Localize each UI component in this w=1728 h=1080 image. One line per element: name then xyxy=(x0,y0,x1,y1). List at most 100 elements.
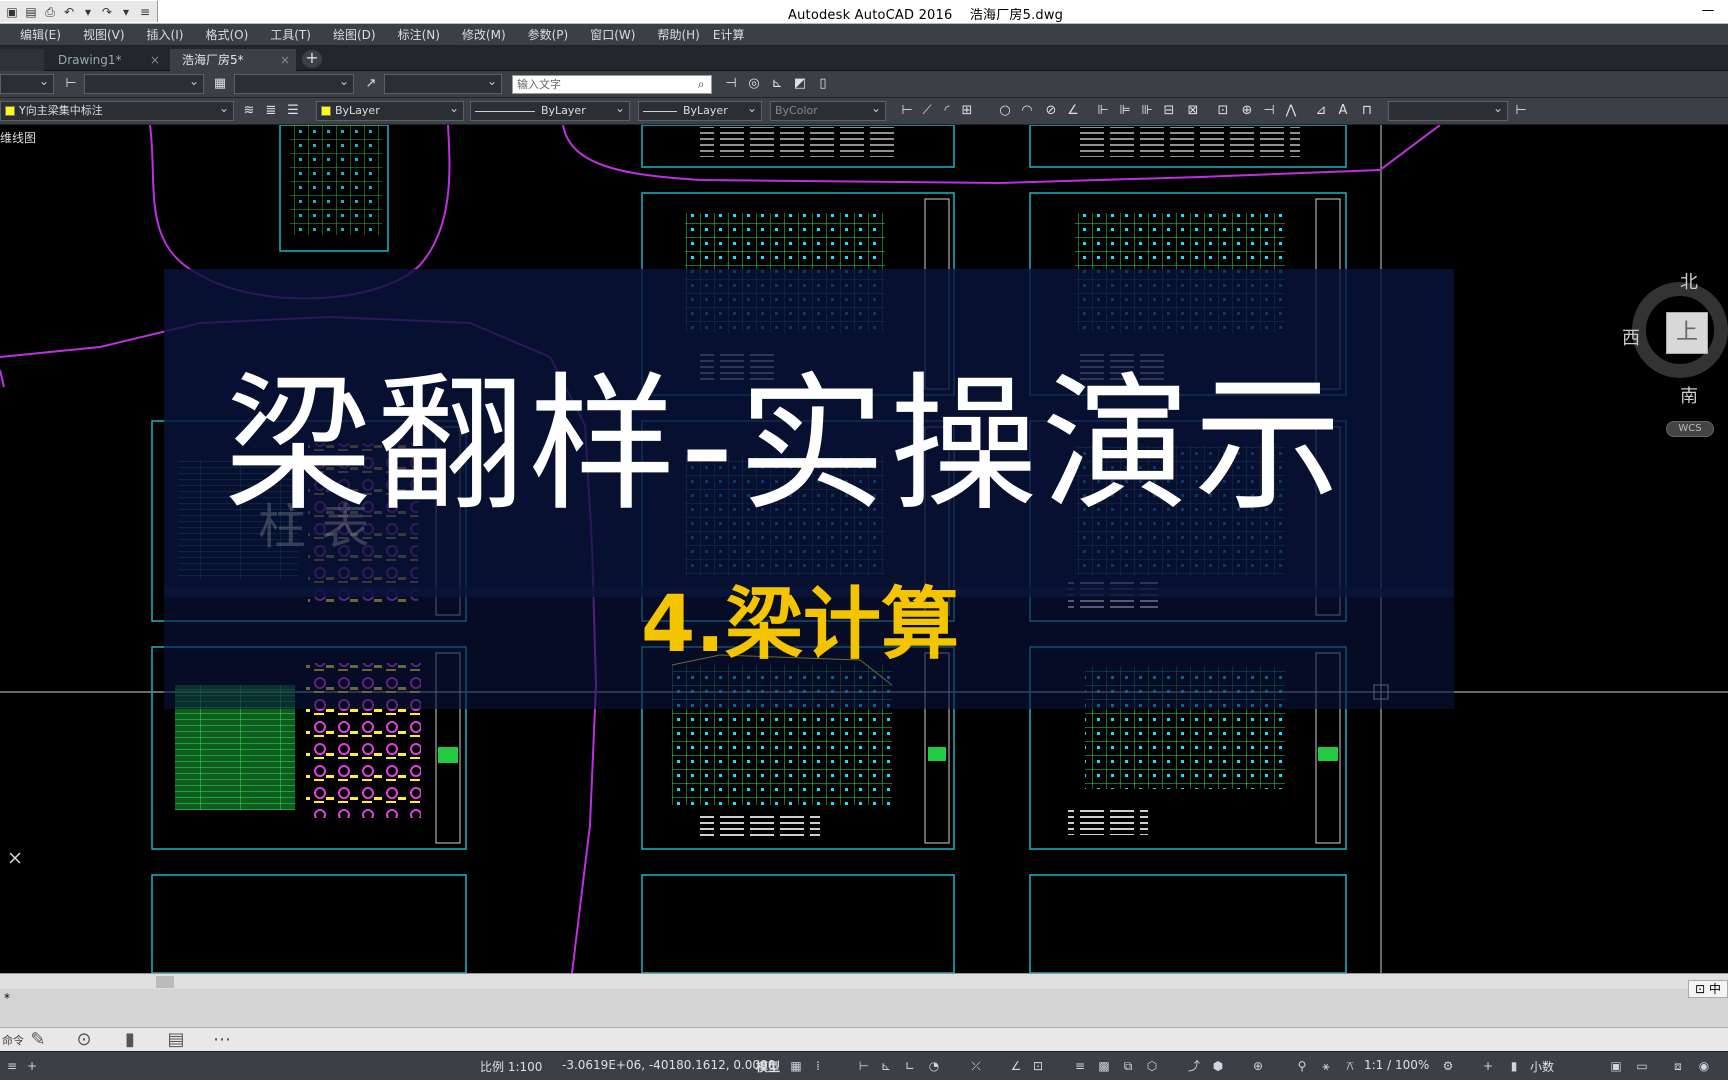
dim-aligned-icon[interactable]: ⟋ xyxy=(918,102,936,120)
ime-indicator[interactable]: ⊡ 中 xyxy=(1688,980,1728,998)
units-icon[interactable]: ▮ xyxy=(1506,1058,1522,1074)
polar-tracking-icon[interactable]: ◔ xyxy=(926,1058,942,1074)
dim-radius-icon[interactable]: ◎ xyxy=(745,75,763,93)
mleader-style-dropdown[interactable] xyxy=(384,74,502,94)
menu-insert[interactable]: 插入(I) xyxy=(136,26,195,43)
menu-dimension[interactable]: 标注(N) xyxy=(387,26,451,43)
lock-ui-icon[interactable]: ▭ xyxy=(1634,1058,1650,1074)
workspace-gear-icon[interactable]: ⚙ xyxy=(1440,1058,1456,1074)
compass-north[interactable]: 北 xyxy=(1680,268,1698,294)
clipboard-icon[interactable]: ▯ xyxy=(814,75,832,93)
object-snap-tracking-icon[interactable]: ∠ xyxy=(1008,1058,1024,1074)
object-snap-icon[interactable]: ⊡ xyxy=(1030,1058,1046,1074)
pen-icon[interactable]: ✎ xyxy=(24,1030,52,1050)
table-style-icon[interactable]: ▦ xyxy=(211,75,229,93)
drawing-canvas[interactable]: 维线图 柱 表 梁翻样-实操演示 4.梁计算 北 西 南 上 WCS xyxy=(0,125,1728,973)
menu-ecalc[interactable]: E计算 xyxy=(711,26,756,43)
auto-scale-icon[interactable]: ⚹ xyxy=(1318,1058,1334,1074)
center-mark-icon[interactable]: ⊕ xyxy=(1238,102,1256,120)
dim-arc-icon[interactable]: ◜ xyxy=(938,102,956,120)
horizontal-scrollbar[interactable] xyxy=(0,973,1728,989)
dim-jogged-icon[interactable]: ◠ xyxy=(1018,102,1036,120)
dim-text-edit-icon[interactable]: A xyxy=(1334,102,1352,120)
lineweight-icon[interactable]: ≡ xyxy=(1072,1058,1088,1074)
dim-ordinate-icon[interactable]: ⊾ xyxy=(768,75,786,93)
new-layout-icon[interactable]: + xyxy=(24,1058,40,1074)
menu-parametric[interactable]: 参数(P) xyxy=(517,26,580,43)
scrollbar-thumb[interactable] xyxy=(156,976,174,988)
dim-ordinate-tool-icon[interactable]: ⊞ xyxy=(958,102,976,120)
linetype-dropdown[interactable]: ByLayer xyxy=(470,101,630,121)
model-space-button[interactable]: 模型 xyxy=(756,1058,780,1075)
dynamic-input-icon[interactable]: ⊾ xyxy=(878,1058,894,1074)
redo-icon[interactable]: ↷ xyxy=(99,4,115,20)
dim-linear-icon[interactable]: ⊣ xyxy=(722,75,740,93)
text-style-dropdown[interactable] xyxy=(0,74,54,94)
annotation-monitor-icon[interactable]: + xyxy=(1480,1058,1496,1074)
print-icon[interactable]: ⎙ xyxy=(42,4,58,20)
save-icon[interactable]: ▣ xyxy=(4,4,20,20)
menu-view[interactable]: 视图(V) xyxy=(72,26,136,43)
viewcube-top-face[interactable]: 上 xyxy=(1666,312,1708,354)
menu-window[interactable]: 窗口(W) xyxy=(579,26,646,43)
viewcube[interactable]: 北 西 南 上 WCS xyxy=(1622,268,1728,448)
lineweight-dropdown[interactable]: ByLayer xyxy=(638,101,762,121)
gizmo-icon[interactable]: ⊕ xyxy=(1250,1058,1266,1074)
tab-close-icon[interactable]: × xyxy=(150,49,160,71)
table-style-dropdown[interactable] xyxy=(234,74,354,94)
compass-west[interactable]: 西 xyxy=(1622,324,1640,350)
plotstyle-dropdown[interactable]: ByColor xyxy=(770,101,886,121)
inspect-icon[interactable]: ⊣ xyxy=(1260,102,1278,120)
menu-edit[interactable]: 编辑(E) xyxy=(0,26,72,43)
redo-dropdown-icon[interactable]: ▾ xyxy=(118,4,134,20)
mleader-style-icon[interactable]: ↗ xyxy=(362,75,380,93)
tolerance-icon[interactable]: ⊡ xyxy=(1214,102,1232,120)
dim-override-icon[interactable]: ⊢ xyxy=(1512,102,1530,120)
compass-south[interactable]: 南 xyxy=(1680,382,1698,408)
dim-edit-icon[interactable]: ⊿ xyxy=(1312,102,1330,120)
tab-haohai[interactable]: 浩海厂房5* × xyxy=(170,49,296,71)
grid-icon[interactable]: ▦ xyxy=(788,1058,804,1074)
menu-modify[interactable]: 修改(M) xyxy=(451,26,517,43)
layout-list-icon[interactable]: ≡ xyxy=(4,1058,20,1074)
dim-break-icon[interactable]: ⊠ xyxy=(1184,102,1202,120)
annotation-scale-icon[interactable]: ⚻ xyxy=(1342,1058,1358,1074)
ortho-icon[interactable]: ∟ xyxy=(902,1058,918,1074)
minimize-button[interactable]: — xyxy=(1688,0,1728,22)
dim-diameter-icon[interactable]: ⊘ xyxy=(1042,102,1060,120)
search-input[interactable]: 输入文字 xyxy=(512,75,712,94)
make-current-icon[interactable]: ≣ xyxy=(262,102,280,120)
screenshot-icon[interactable]: ⊙ xyxy=(70,1030,98,1050)
dim-baseline-icon[interactable]: ⊫ xyxy=(1116,102,1134,120)
menu-draw[interactable]: 绘图(D) xyxy=(322,26,387,43)
comment-icon[interactable]: ▤ xyxy=(162,1030,190,1050)
dynamic-ucs-icon[interactable]: ⤴ xyxy=(1186,1058,1202,1074)
undo-dropdown-icon[interactable]: ▾ xyxy=(80,4,96,20)
snap-icon[interactable]: ⁞ xyxy=(810,1058,826,1074)
units-value[interactable]: 小数 xyxy=(1530,1058,1554,1075)
annotation-visibility-icon[interactable]: ⚲ xyxy=(1294,1058,1310,1074)
new-tab-button[interactable]: + xyxy=(302,50,322,68)
find-text-icon[interactable]: ⌕ xyxy=(692,75,710,93)
clean-screen-icon[interactable]: ◉ xyxy=(1696,1058,1712,1074)
more-icon[interactable]: ⋯ xyxy=(208,1030,236,1050)
layer-properties-icon[interactable]: ≋ xyxy=(240,102,258,120)
dim-radius-tool-icon[interactable]: ○ xyxy=(996,102,1014,120)
infer-constraints-icon[interactable]: ⊢ xyxy=(856,1058,872,1074)
command-line[interactable]: 命令 xyxy=(0,1027,1728,1051)
dim-angular-icon[interactable]: ∠ xyxy=(1064,102,1082,120)
dim-space-icon[interactable]: ⊟ xyxy=(1160,102,1178,120)
dim-linear-tool-icon[interactable]: ⊢ xyxy=(898,102,916,120)
layer-dropdown[interactable]: Y向主梁集中标注 xyxy=(0,101,234,121)
dim-update-icon[interactable]: ⊓ xyxy=(1358,102,1376,120)
menu-tools[interactable]: 工具(T) xyxy=(259,26,322,43)
layer-previous-icon[interactable]: ☰ xyxy=(284,102,302,120)
undo-icon[interactable]: ↶ xyxy=(61,4,77,20)
quick-properties-icon[interactable]: ▣ xyxy=(1608,1058,1624,1074)
tab-close-icon[interactable]: × xyxy=(280,49,290,71)
selection-filter-icon[interactable]: ⬢ xyxy=(1210,1058,1226,1074)
dim-style-dropdown[interactable] xyxy=(84,74,204,94)
annotation-scale-value[interactable]: 1:1 / 100% xyxy=(1364,1058,1429,1072)
isodraft-icon[interactable]: ⤫ xyxy=(968,1058,984,1074)
hatch-icon[interactable]: ◩ xyxy=(791,75,809,93)
